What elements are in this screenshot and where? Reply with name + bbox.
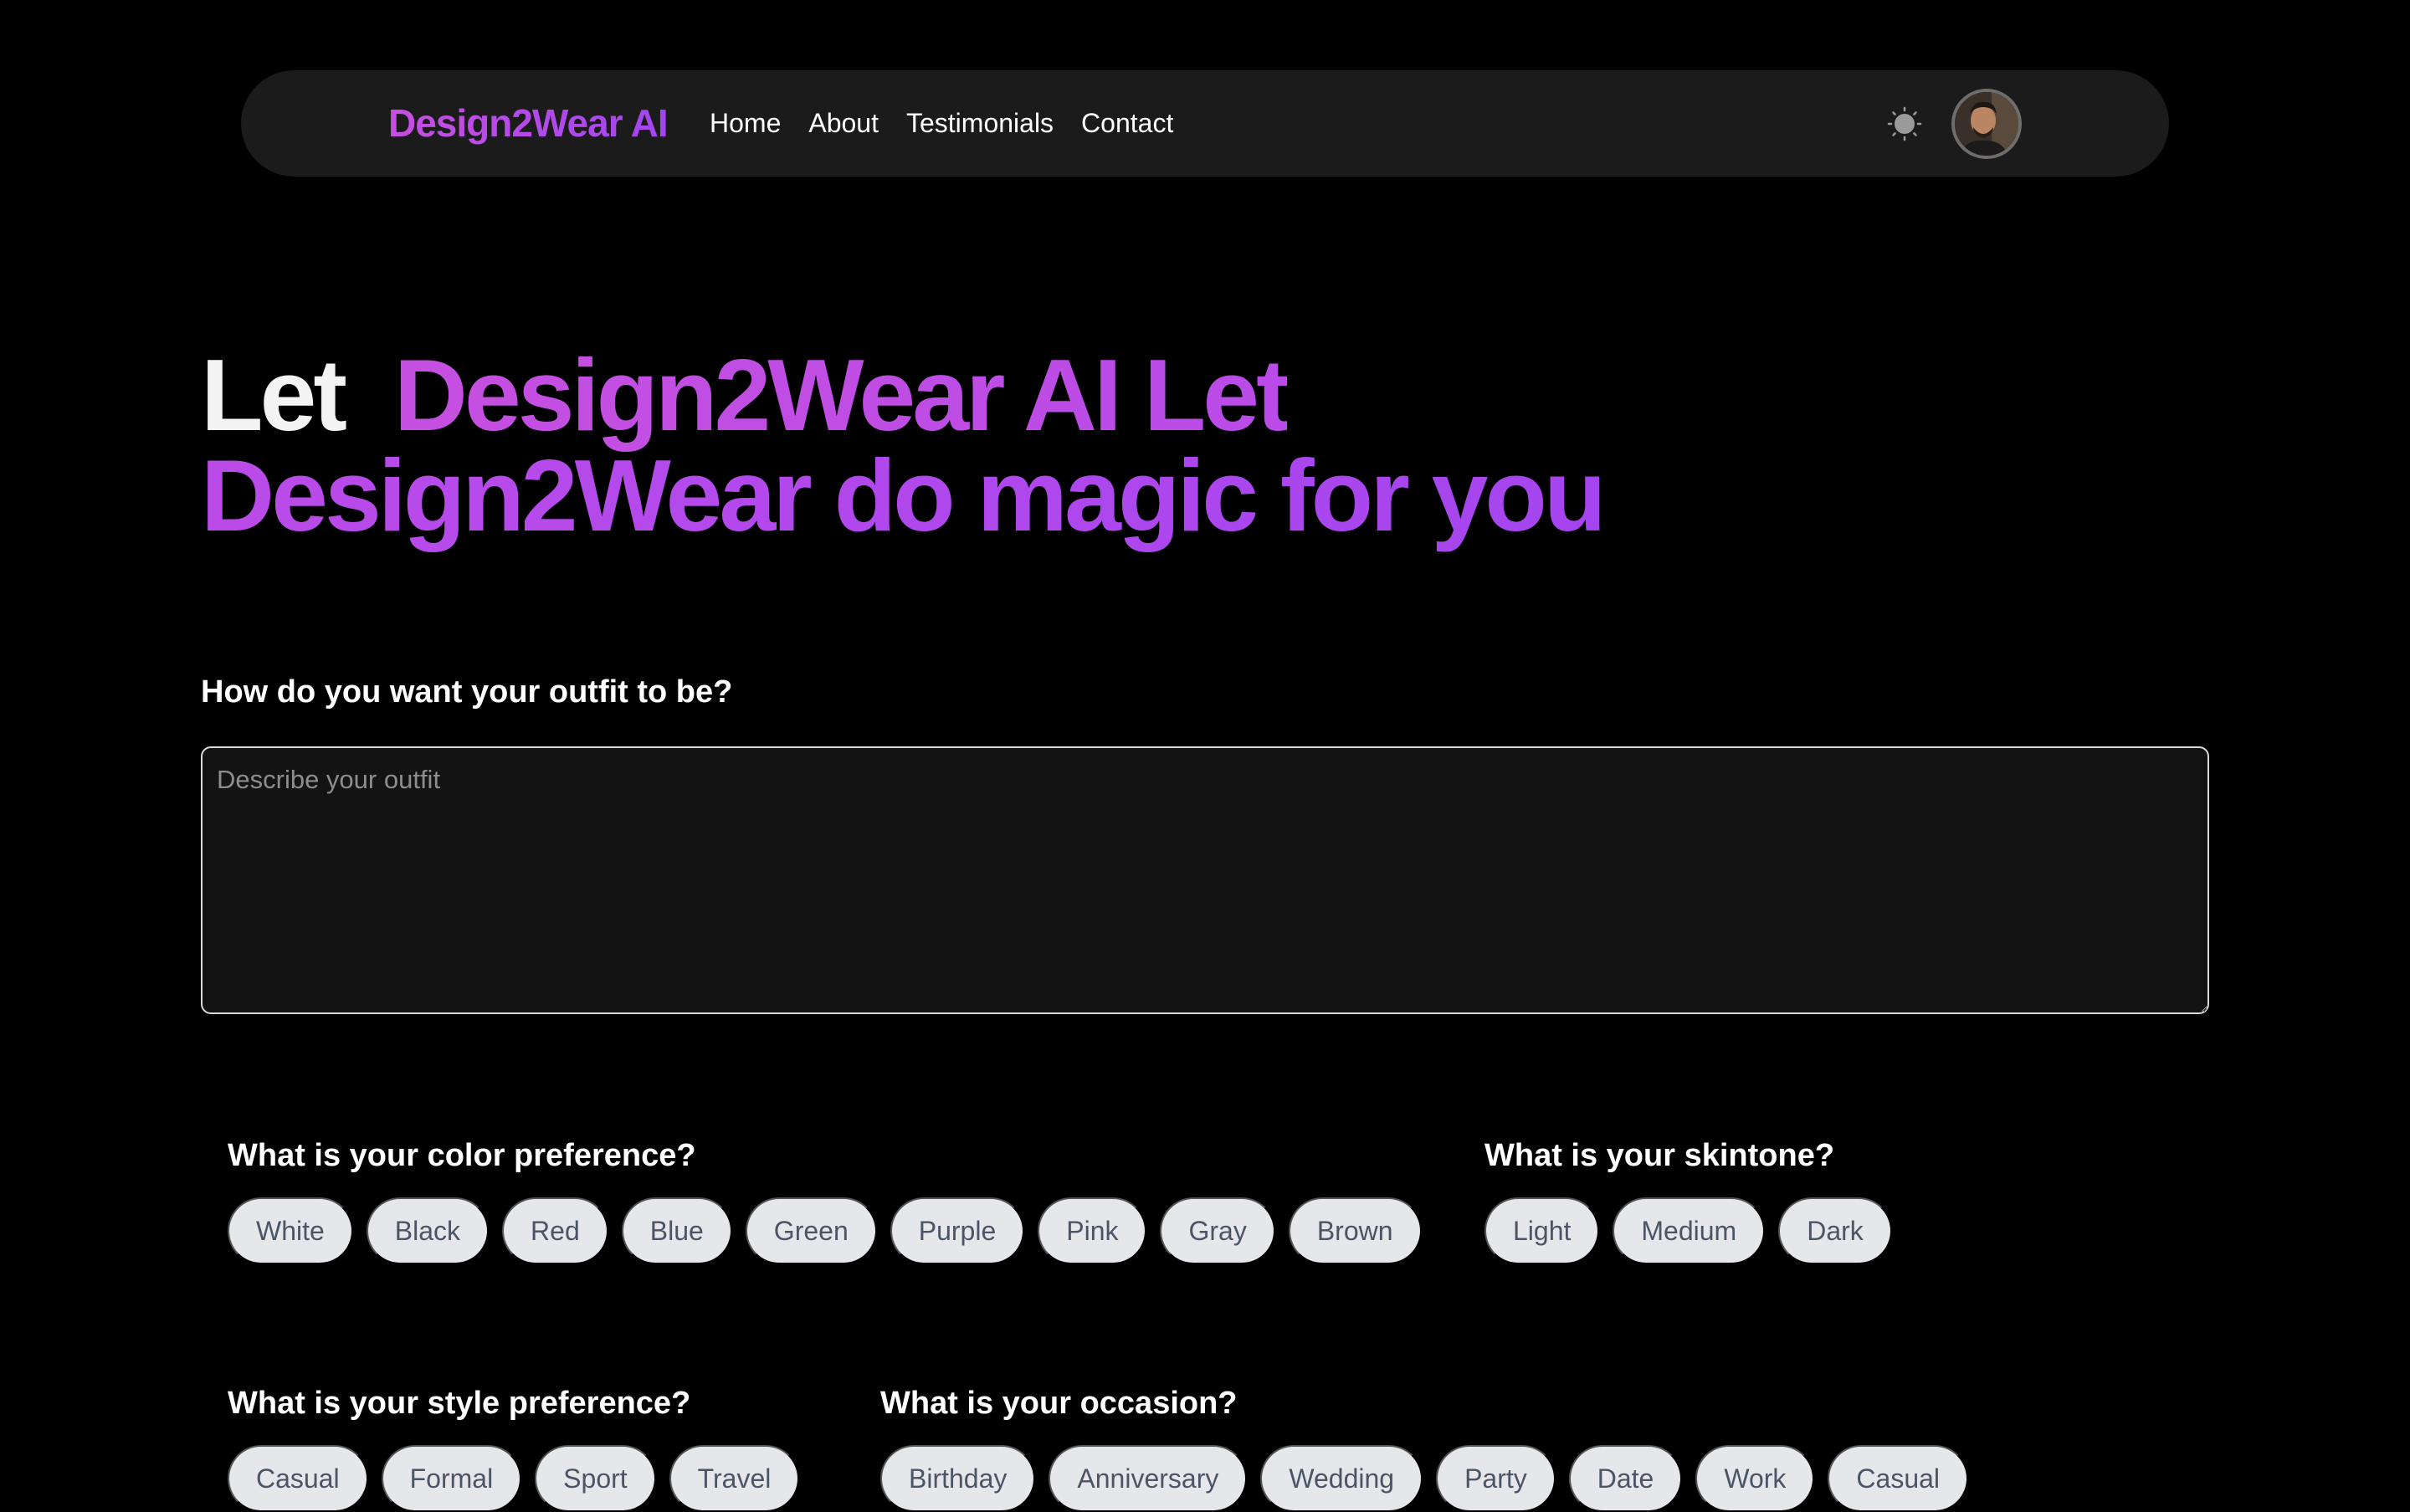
color-option-blue[interactable]: Blue: [621, 1197, 732, 1264]
color-options: White Black Red Blue Green Purple Pink G…: [228, 1197, 1422, 1264]
user-avatar-image: [1955, 92, 2018, 156]
outfit-question-label: How do you want your outfit to be?: [201, 674, 733, 710]
nav-link-contact[interactable]: Contact: [1081, 108, 1173, 139]
color-option-white[interactable]: White: [228, 1197, 353, 1264]
color-preference-label: What is your color preference?: [228, 1138, 696, 1173]
style-preference-label: What is your style preference?: [228, 1386, 691, 1421]
skintone-group: What is your skintone? Light Medium Dark: [1484, 1138, 1892, 1264]
occasion-option-party[interactable]: Party: [1436, 1445, 1556, 1512]
style-option-casual[interactable]: Casual: [228, 1445, 368, 1512]
hero-prefix: Let: [201, 338, 347, 452]
skintone-option-medium[interactable]: Medium: [1613, 1197, 1766, 1264]
color-preference-group: What is your color preference? White Bla…: [228, 1138, 1422, 1264]
nav-link-home[interactable]: Home: [710, 108, 781, 139]
theme-toggle-button[interactable]: [1886, 105, 1923, 142]
occasion-group: What is your occasion? Birthday Annivers…: [880, 1386, 1969, 1512]
color-option-brown[interactable]: Brown: [1288, 1197, 1422, 1264]
color-option-green[interactable]: Green: [745, 1197, 877, 1264]
outfit-description-input[interactable]: [201, 746, 2209, 1014]
hero-highlight: Design2Wear AI Let Design2Wear do magic …: [201, 338, 1606, 552]
brand-logo[interactable]: Design2Wear AI: [388, 70, 669, 177]
nav-link-testimonials[interactable]: Testimonials: [906, 108, 1054, 139]
nav-link-about[interactable]: About: [808, 108, 879, 139]
occasion-label: What is your occasion?: [880, 1386, 1238, 1421]
occasion-option-wedding[interactable]: Wedding: [1260, 1445, 1423, 1512]
skintone-option-light[interactable]: Light: [1484, 1197, 1600, 1264]
occasion-option-work[interactable]: Work: [1695, 1445, 1815, 1512]
style-options: Casual Formal Sport Travel: [228, 1445, 800, 1512]
color-option-gray[interactable]: Gray: [1160, 1197, 1275, 1264]
color-option-pink[interactable]: Pink: [1038, 1197, 1147, 1264]
avatar[interactable]: [1951, 89, 2022, 159]
occasion-option-anniversary[interactable]: Anniversary: [1049, 1445, 1248, 1512]
hero-heading: Let Design2Wear AI Let Design2Wear do ma…: [201, 344, 1623, 546]
nav-links: Home About Testimonials Contact: [710, 70, 1173, 177]
style-option-sport[interactable]: Sport: [535, 1445, 656, 1512]
skintone-option-dark[interactable]: Dark: [1778, 1197, 1892, 1264]
color-option-purple[interactable]: Purple: [890, 1197, 1025, 1264]
occasion-option-birthday[interactable]: Birthday: [880, 1445, 1036, 1512]
navbar: Design2Wear AI Home About Testimonials C…: [241, 70, 2169, 177]
skintone-label: What is your skintone?: [1484, 1138, 1835, 1173]
occasion-options: Birthday Anniversary Wedding Party Date …: [880, 1445, 1969, 1512]
skintone-options: Light Medium Dark: [1484, 1197, 1892, 1264]
sun-icon: [1887, 106, 1922, 141]
style-preference-group: What is your style preference? Casual Fo…: [228, 1386, 800, 1512]
occasion-option-casual[interactable]: Casual: [1828, 1445, 1969, 1512]
color-option-red[interactable]: Red: [502, 1197, 608, 1264]
occasion-option-date[interactable]: Date: [1568, 1445, 1683, 1512]
color-option-black[interactable]: Black: [366, 1197, 490, 1264]
style-option-formal[interactable]: Formal: [381, 1445, 522, 1512]
style-option-travel[interactable]: Travel: [669, 1445, 800, 1512]
